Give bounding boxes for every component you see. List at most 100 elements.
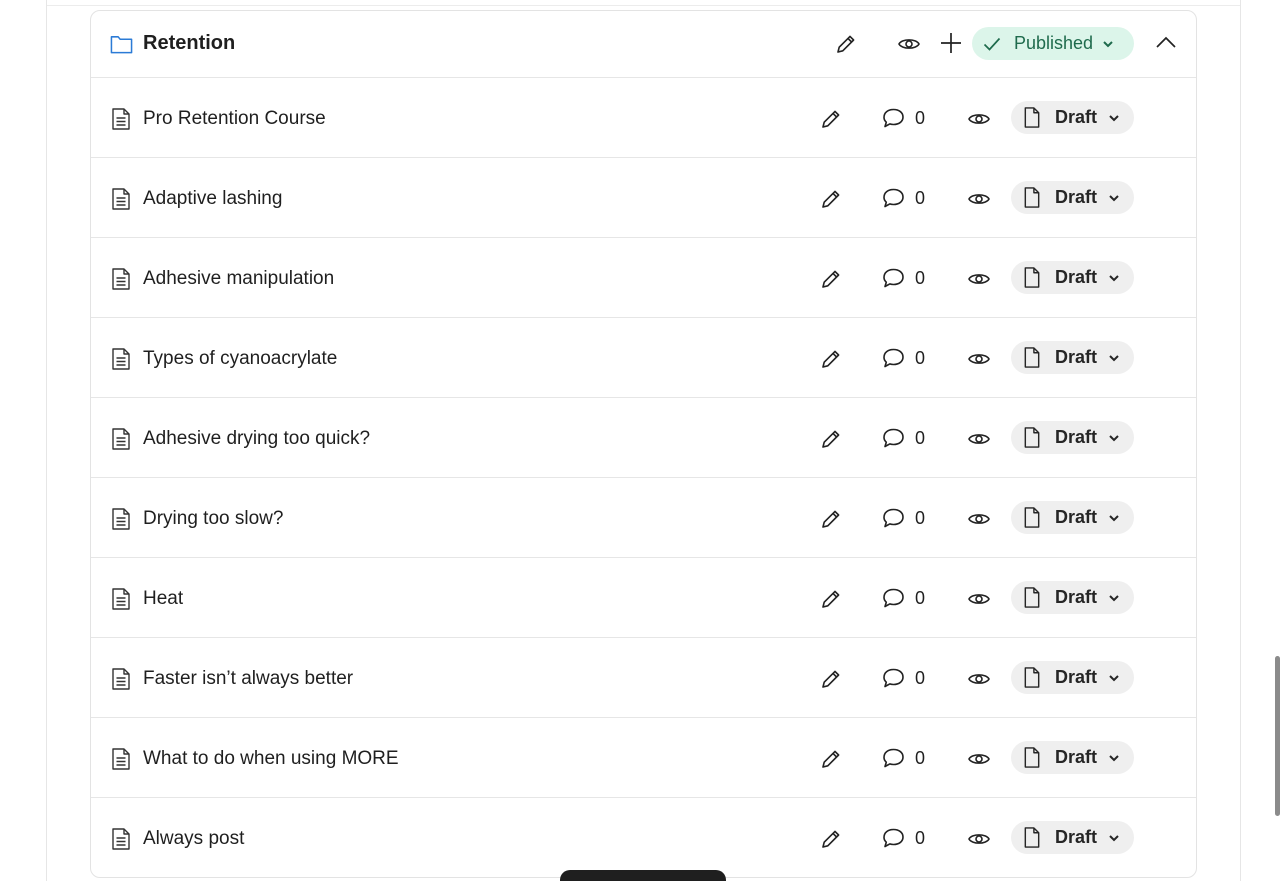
lesson-title[interactable]: Drying too slow? <box>143 508 283 530</box>
lesson-row[interactable]: What to do when using MORE 0 Draft <box>91 718 1196 798</box>
chevron-down-icon <box>1109 114 1119 121</box>
document-icon <box>112 668 130 690</box>
lesson-status-dropdown[interactable]: Draft <box>1011 341 1134 374</box>
comments-icon <box>883 748 904 768</box>
lesson-row[interactable]: Types of cyanoacrylate 0 Draft <box>91 318 1196 398</box>
lesson-row[interactable]: Adhesive manipulation 0 Draft <box>91 238 1196 318</box>
preview-lesson-eye-icon[interactable] <box>967 347 991 371</box>
comments-icon <box>883 588 904 608</box>
lesson-title[interactable]: Always post <box>143 828 244 850</box>
comments-button[interactable]: 0 <box>881 426 925 451</box>
comment-count: 0 <box>915 108 926 128</box>
lesson-title[interactable]: What to do when using MORE <box>143 748 399 770</box>
chevron-down-icon <box>1109 514 1119 521</box>
comments-button[interactable]: 0 <box>881 746 925 771</box>
comments-icon <box>883 668 904 688</box>
lesson-status-dropdown[interactable]: Draft <box>1011 661 1134 694</box>
edit-lesson-pencil-icon[interactable] <box>819 827 843 851</box>
lesson-status-dropdown[interactable]: Draft <box>1011 181 1134 214</box>
lesson-row[interactable]: Drying too slow? 0 Draft <box>91 478 1196 558</box>
edit-section-pencil-icon[interactable] <box>834 32 858 56</box>
comments-icon <box>883 428 904 448</box>
lesson-row[interactable]: Adhesive drying too quick? 0 Draft <box>91 398 1196 478</box>
lesson-row[interactable]: Always post 0 Draft <box>91 798 1196 877</box>
section-status-label: Published <box>1014 33 1094 53</box>
chevron-down-icon <box>1109 434 1119 441</box>
module-section: Retention Published Pro Retention Course… <box>90 10 1197 878</box>
comment-count: 0 <box>915 348 926 368</box>
comments-button[interactable]: 0 <box>881 186 925 211</box>
document-icon <box>112 268 130 290</box>
lesson-status-dropdown[interactable]: Draft <box>1011 501 1134 534</box>
preview-lesson-eye-icon[interactable] <box>967 267 991 291</box>
edit-lesson-pencil-icon[interactable] <box>819 667 843 691</box>
preview-lesson-eye-icon[interactable] <box>967 507 991 531</box>
lesson-status-dropdown[interactable]: Draft <box>1011 421 1134 454</box>
edit-lesson-pencil-icon[interactable] <box>819 507 843 531</box>
edit-lesson-pencil-icon[interactable] <box>819 107 843 131</box>
section-title: Retention <box>143 32 236 54</box>
lesson-row[interactable]: Pro Retention Course 0 Draft <box>91 78 1196 158</box>
comments-button[interactable]: 0 <box>881 346 925 371</box>
preview-lesson-eye-icon[interactable] <box>967 827 991 851</box>
chevron-down-icon <box>1103 40 1113 47</box>
document-icon <box>112 828 130 850</box>
lesson-row[interactable]: Adaptive lashing 0 Draft <box>91 158 1196 238</box>
preview-lesson-eye-icon[interactable] <box>967 747 991 771</box>
edit-lesson-pencil-icon[interactable] <box>819 267 843 291</box>
lesson-row[interactable]: Faster isn’t always better 0 Draft <box>91 638 1196 718</box>
preview-lesson-eye-icon[interactable] <box>967 187 991 211</box>
comments-button[interactable]: 0 <box>881 106 925 131</box>
lesson-status-dropdown[interactable]: Draft <box>1011 821 1134 854</box>
comments-button[interactable]: 0 <box>881 826 925 851</box>
comments-button[interactable]: 0 <box>881 586 925 611</box>
document-icon <box>112 748 130 770</box>
lesson-title[interactable]: Heat <box>143 588 183 610</box>
preview-section-eye-icon[interactable] <box>897 32 921 56</box>
preview-lesson-eye-icon[interactable] <box>967 667 991 691</box>
check-icon <box>983 37 1001 51</box>
comments-button[interactable]: 0 <box>881 506 925 531</box>
collapse-section-chevron-up-icon[interactable] <box>1154 31 1178 55</box>
lesson-title[interactable]: Types of cyanoacrylate <box>143 348 337 370</box>
section-status-dropdown[interactable]: Published <box>972 27 1134 60</box>
chevron-down-icon <box>1109 594 1119 601</box>
comments-button[interactable]: 0 <box>881 666 925 691</box>
edit-lesson-pencil-icon[interactable] <box>819 587 843 611</box>
bottom-toolbar-tab[interactable] <box>560 870 726 881</box>
vertical-scrollbar[interactable] <box>1275 656 1280 816</box>
edit-lesson-pencil-icon[interactable] <box>819 747 843 771</box>
comments-icon <box>883 508 904 528</box>
lesson-status-dropdown[interactable]: Draft <box>1011 261 1134 294</box>
lesson-status-label: Draft <box>1055 587 1098 607</box>
preview-lesson-eye-icon[interactable] <box>967 107 991 131</box>
edit-lesson-pencil-icon[interactable] <box>819 187 843 211</box>
document-icon <box>112 188 130 210</box>
edit-lesson-pencil-icon[interactable] <box>819 347 843 371</box>
lesson-title[interactable]: Adaptive lashing <box>143 188 282 210</box>
preview-lesson-eye-icon[interactable] <box>967 427 991 451</box>
lesson-status-dropdown[interactable]: Draft <box>1011 581 1134 614</box>
lesson-status-dropdown[interactable]: Draft <box>1011 101 1134 134</box>
comment-count: 0 <box>915 188 926 208</box>
lesson-title[interactable]: Faster isn’t always better <box>143 668 353 690</box>
add-lesson-plus-icon[interactable] <box>939 31 963 55</box>
lesson-title[interactable]: Adhesive manipulation <box>143 268 334 290</box>
section-header: Retention Published <box>91 11 1196 78</box>
lesson-status-dropdown[interactable]: Draft <box>1011 741 1134 774</box>
lesson-title[interactable]: Adhesive drying too quick? <box>143 428 370 450</box>
chevron-down-icon <box>1109 354 1119 361</box>
lesson-title[interactable]: Pro Retention Course <box>143 108 326 130</box>
lesson-list: Pro Retention Course 0 Draft Adaptive la… <box>91 78 1196 877</box>
comments-icon <box>883 188 904 208</box>
comments-button[interactable]: 0 <box>881 266 925 291</box>
folder-icon <box>110 36 133 54</box>
lesson-status-label: Draft <box>1055 667 1098 687</box>
preview-lesson-eye-icon[interactable] <box>967 587 991 611</box>
lesson-status-label: Draft <box>1055 267 1098 287</box>
edit-lesson-pencil-icon[interactable] <box>819 427 843 451</box>
comment-count: 0 <box>915 428 926 448</box>
lesson-row[interactable]: Heat 0 Draft <box>91 558 1196 638</box>
document-icon <box>112 108 130 130</box>
file-icon <box>1024 667 1040 688</box>
